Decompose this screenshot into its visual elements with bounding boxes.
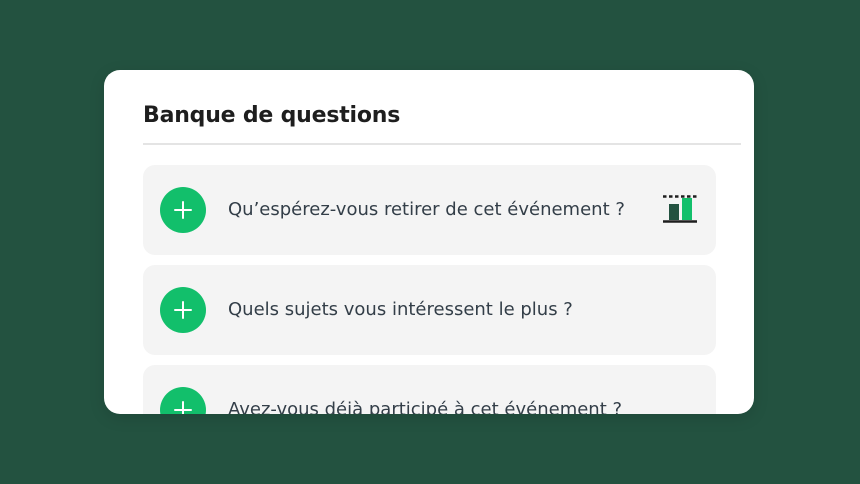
panel-title: Banque de questions	[143, 103, 401, 128]
question-item[interactable]: Qu’espérez-vous retirer de cet événement…	[143, 165, 716, 255]
bar-chart-icon	[663, 195, 697, 223]
question-item[interactable]: Avez-vous déjà participé à cet événement…	[143, 365, 716, 414]
plus-icon	[174, 401, 192, 414]
plus-icon	[174, 201, 192, 219]
question-list: Qu’espérez-vous retirer de cet événement…	[143, 165, 716, 414]
title-divider	[143, 143, 741, 145]
question-text: Quels sujets vous intéressent le plus ?	[228, 299, 573, 320]
add-question-button[interactable]	[160, 287, 206, 333]
question-item[interactable]: Quels sujets vous intéressent le plus ?	[143, 265, 716, 355]
add-question-button[interactable]	[160, 387, 206, 414]
question-text: Avez-vous déjà participé à cet événement…	[228, 399, 623, 414]
plus-icon	[174, 301, 192, 319]
question-bank-panel: Banque de questions Qu’espérez-vous reti…	[104, 70, 754, 414]
question-text: Qu’espérez-vous retirer de cet événement…	[228, 199, 625, 220]
add-question-button[interactable]	[160, 187, 206, 233]
